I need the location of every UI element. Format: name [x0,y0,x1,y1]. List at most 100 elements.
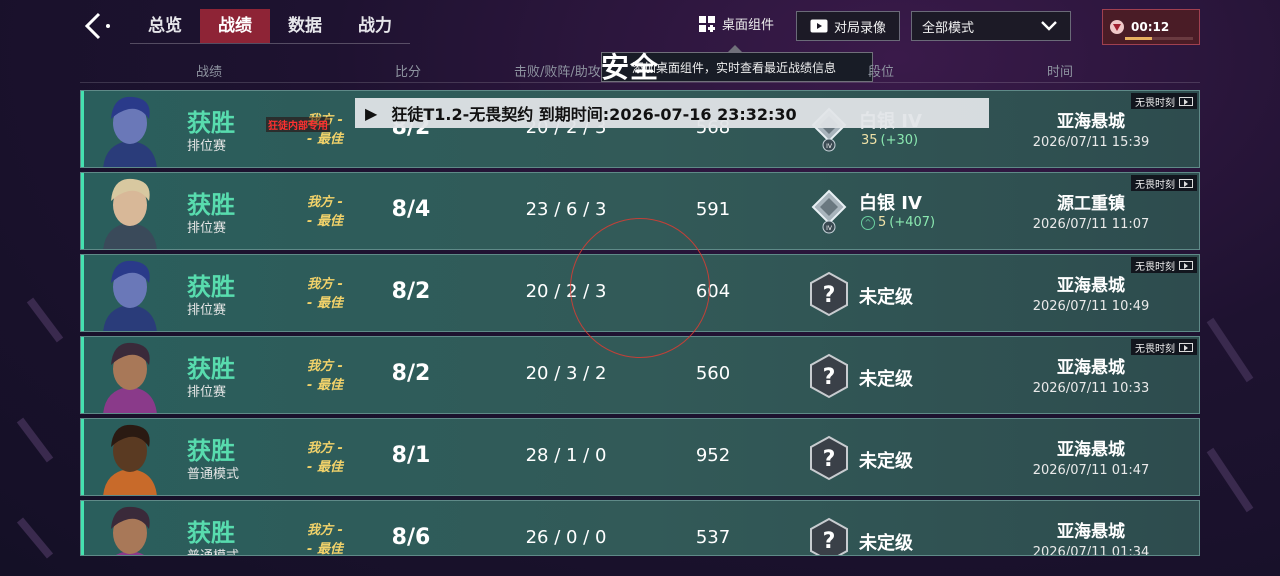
mvp-line2: - 最佳 [307,378,343,393]
match-map: 亚海悬城 [1057,112,1125,132]
match-result: 获胜 [187,109,235,137]
silver-rank-icon: IV [811,189,847,234]
floating-timer[interactable]: 00:12 [1102,9,1200,45]
rank-points-value: 5 [878,215,887,230]
win-strip [81,173,84,249]
match-map: 亚海悬城 [1057,522,1125,542]
rank-name: 未定级 [859,287,913,308]
win-strip [81,501,84,555]
banner-text: 狂徒T1.2-无畏契约 到期时间:2026-07-16 23:32:30 [391,105,797,124]
combat-rating: 952 [695,445,731,466]
svg-text:?: ? [823,447,836,472]
agent-avatar [103,178,157,249]
match-score: 8/6 [391,525,431,550]
match-date: 2026/07/11 11:07 [1032,217,1150,232]
rank-name: 未定级 [859,533,913,554]
win-strip [81,337,84,413]
highlight-badge[interactable]: 无畏时刻 [1131,339,1197,355]
col-header-time: 时间 [1047,65,1074,80]
highlight-badge-label: 无畏时刻 [1135,343,1175,355]
rank-name: 白银 IV [859,193,922,214]
col-header-record: 战绩 [196,65,223,80]
video-icon [1179,178,1193,188]
match-map: 源工重镇 [1057,194,1125,214]
rank-points-delta: (+30) [880,133,919,148]
mvp-line2: - 最佳 [307,132,343,147]
play-icon: ▶ [365,103,378,123]
unranked-icon: ? [810,517,848,555]
match-row[interactable]: 获胜 普通模式 我方 - - 最佳 8/6 26 / 0 / 0 537 ? 未… [80,500,1200,556]
mvp-line2: - 最佳 [307,214,343,229]
combat-rating: 560 [695,363,731,384]
win-strip [81,91,84,167]
col-header-rank: 段位 [868,65,895,80]
match-mode: 普通模式 [187,545,239,555]
overlay-banner: ▶ 狂徒T1.2-无畏契约 到期时间:2026-07-16 23:32:30 [355,98,989,128]
tooltip-text: 添加桌面组件，实时查看最近战绩信息 [632,60,837,75]
match-result: 获胜 [187,191,235,219]
match-result: 获胜 [187,437,235,465]
rank-up-icon: ^ [861,215,875,230]
mvp-badge: 我方 - - 最佳 [297,193,353,231]
svg-text:IV: IV [826,225,833,232]
replay-label: 对局录像 [833,20,886,36]
highlight-badge[interactable]: 无畏时刻 [1131,257,1197,273]
timer-text: 00:12 [1131,20,1170,34]
win-strip [81,255,84,331]
timer-progress [1125,37,1193,40]
mode-select[interactable]: 全部模式 [911,11,1071,41]
match-date: 2026/07/11 01:47 [1032,463,1150,478]
highlight-badge[interactable]: 无畏时刻 [1131,175,1197,191]
touch-indicator-circle [570,218,710,358]
rank-points-value: 35 [861,133,878,148]
replay-button[interactable]: 对局录像 [796,11,900,41]
mvp-line1: 我方 - [307,523,343,538]
unranked-icon: ? [810,435,848,481]
tab-records[interactable]: 战绩 [200,9,270,43]
unranked-icon: ? [810,271,848,317]
combat-rating: 537 [695,527,731,548]
mvp-badge: 我方 - - 最佳 [297,439,353,477]
highlight-badge[interactable]: 无畏时刻 [1131,93,1197,109]
match-mode: 排位赛 [187,303,227,318]
match-mode: 排位赛 [187,385,227,400]
match-map: 亚海悬城 [1057,440,1125,460]
mvp-line2: - 最佳 [307,460,343,475]
tab-data[interactable]: 数据 [270,9,340,43]
rank-points: ^ 5 (+407) [861,215,935,230]
match-row[interactable]: 获胜 普通模式 我方 - - 最佳 8/1 28 / 1 / 0 952 ? 未… [80,418,1200,496]
match-map: 亚海悬城 [1057,276,1125,296]
match-kda: 23 / 6 / 3 [525,199,607,220]
video-icon [810,19,828,33]
agent-avatar [103,260,157,331]
svg-text:?: ? [823,529,836,554]
tab-overview[interactable]: 总览 [130,9,200,43]
highlight-badge-label: 无畏时刻 [1135,97,1175,109]
mvp-badge: 我方 - - 最佳 [297,275,353,313]
game-logo-icon [1110,20,1124,34]
win-strip [81,419,84,495]
match-kda: 20 / 3 / 2 [525,363,607,384]
back-button[interactable] [76,8,116,44]
match-score: 8/2 [391,279,431,304]
svg-text:IV: IV [826,143,833,150]
rank-points-delta: (+407) [889,215,936,230]
rank-points: 35 (+30) [861,133,918,148]
header-divider [80,82,1200,83]
svg-text:?: ? [823,365,836,390]
desktop-widget-button[interactable]: 桌面组件 [698,14,774,33]
tab-power[interactable]: 战力 [340,9,410,43]
chevron-down-icon [1041,21,1057,31]
match-result: 获胜 [187,355,235,383]
match-map: 亚海悬城 [1057,358,1125,378]
match-score: 8/2 [391,361,431,386]
agent-avatar [103,342,157,413]
match-date: 2026/07/11 10:49 [1032,299,1150,314]
mvp-line1: 我方 - [307,359,343,374]
match-kda: 28 / 1 / 0 [525,445,607,466]
match-result: 获胜 [187,273,235,301]
chevron-left-icon [84,12,110,40]
agent-avatar [103,424,157,495]
mvp-line2: - 最佳 [307,296,343,311]
col-header-kda: 击败/败阵/助攻 [514,65,601,80]
